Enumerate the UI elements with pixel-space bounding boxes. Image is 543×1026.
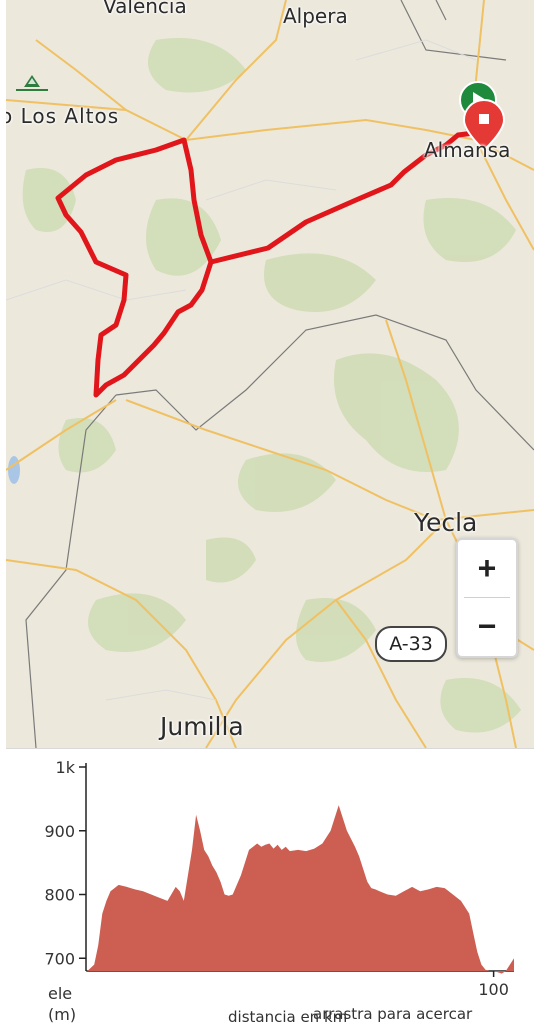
- y-tick-label: 800: [44, 886, 75, 905]
- y-tick-label: 900: [44, 822, 75, 841]
- place-label-valencia: Valencia: [103, 0, 187, 18]
- drag-to-zoom-hint: arrastra para acercar: [313, 1005, 473, 1023]
- x-axis: 100: [86, 970, 514, 999]
- elevation-chart: 1k 900 800 700 100: [44, 758, 514, 999]
- place-label-alpera: Alpera: [283, 4, 348, 28]
- place-label-jumilla: Jumilla: [160, 712, 244, 741]
- route-map[interactable]: Valencia Alpera o Los Altos Almansa Yecl…: [6, 0, 534, 748]
- elevation-area: [86, 805, 514, 974]
- place-label-almansa: Almansa: [424, 138, 511, 162]
- peak-icon: [16, 75, 48, 91]
- zoom-control: + −: [456, 538, 518, 658]
- road-shield-a33: A-33: [375, 626, 447, 662]
- place-label-yecla: Yecla: [414, 508, 478, 537]
- zoom-out-button[interactable]: −: [458, 598, 516, 655]
- y-axis-unit: (m): [48, 1005, 77, 1024]
- y-axis-label: ele: [48, 984, 73, 1003]
- water-body: [8, 456, 20, 484]
- y-tick-label: 1k: [56, 758, 76, 777]
- zoom-in-button[interactable]: +: [458, 540, 516, 597]
- x-tick-label: 100: [478, 980, 509, 999]
- elevation-profile[interactable]: 1k 900 800 700 100 ele (m) distancia en km …: [6, 748, 534, 1026]
- place-label-los-altos: o Los Altos: [6, 104, 120, 128]
- y-axis: 1k 900 800 700: [44, 758, 87, 971]
- y-tick-label: 700: [44, 949, 75, 968]
